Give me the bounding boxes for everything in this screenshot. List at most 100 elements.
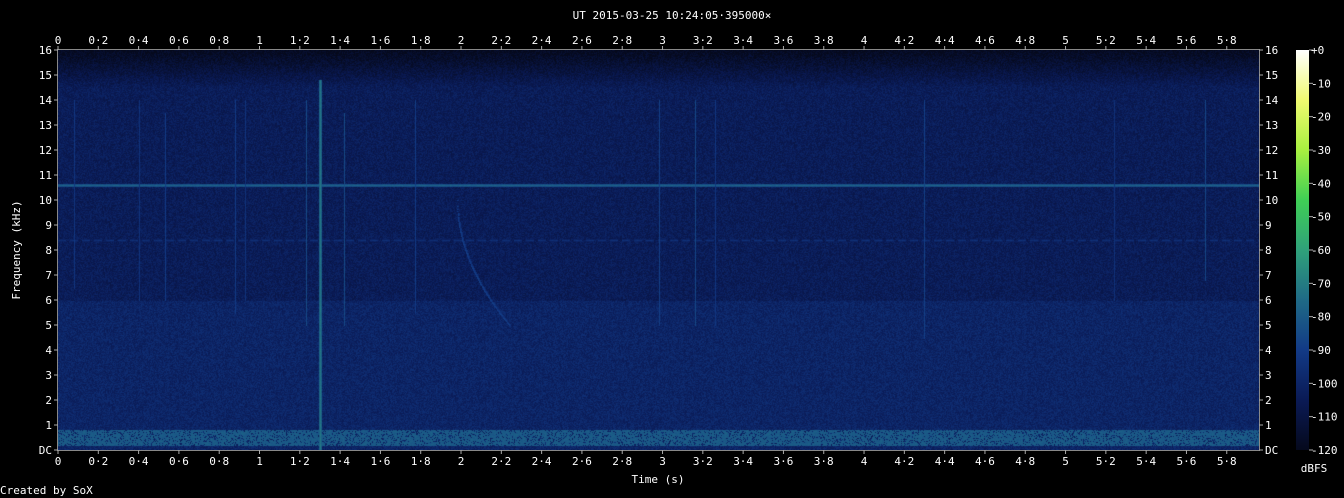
x-tick-top-label: 3·2 — [693, 34, 713, 47]
colorbar-tick-label: -70 — [1311, 277, 1331, 290]
y-axis-label: Frequency (kHz) — [10, 200, 23, 299]
x-tick-bottom-label: 0·8 — [209, 455, 229, 468]
x-tick-bottom-label: 5·2 — [1096, 455, 1116, 468]
y-tick-right-label: 6 — [1265, 294, 1272, 307]
y-tick-left-label: 13 — [39, 119, 52, 132]
y-tick-right-label: 2 — [1265, 394, 1272, 407]
x-tick-top-label: 1 — [256, 34, 263, 47]
x-tick-top-label: 2 — [458, 34, 465, 47]
y-tick-left-label: 14 — [39, 94, 53, 107]
x-tick-top-label: 2·8 — [612, 34, 632, 47]
x-tick-top-label: 0·2 — [88, 34, 108, 47]
x-tick-top-label: 0·6 — [169, 34, 189, 47]
x-tick-top-label: 4·8 — [1015, 34, 1035, 47]
x-tick-bottom-label: 0·6 — [169, 455, 189, 468]
x-tick-top-label: 0 — [55, 34, 62, 47]
x-tick-top-label: 4·6 — [975, 34, 995, 47]
colorbar-tick-label: -50 — [1311, 211, 1331, 224]
x-tick-top-label: 2·4 — [532, 34, 552, 47]
x-tick-top-label: 0·4 — [129, 34, 149, 47]
x-tick-top-label: 1·8 — [411, 34, 431, 47]
colorbar — [1296, 50, 1309, 450]
x-tick-bottom-label: 1·6 — [370, 455, 390, 468]
y-tick-right-label: 3 — [1265, 369, 1272, 382]
spectrogram-chart: UT 2015-03-25 10:24:05·395000× 0 0·2 0·4 0·… — [0, 9, 1338, 497]
x-tick-bottom-label: 2 — [458, 455, 465, 468]
x-tick-bottom-label: 4·2 — [894, 455, 914, 468]
x-tick-bottom-label: 1·2 — [290, 455, 310, 468]
x-tick-top-label: 3 — [659, 34, 666, 47]
colorbar-tick-label: -20 — [1311, 111, 1331, 124]
x-tick-bottom-label: 2·8 — [612, 455, 632, 468]
x-tick-top-label: 2·2 — [491, 34, 511, 47]
credit-text: Created by SoX — [0, 484, 93, 497]
x-tick-bottom-label: 3·8 — [814, 455, 834, 468]
x-tick-bottom-label: 3·4 — [733, 455, 753, 468]
x-tick-top-label: 3·4 — [733, 34, 753, 47]
colorbar-tick-label: -120 — [1311, 444, 1338, 457]
y-tick-left-label: 4 — [45, 344, 52, 357]
colorbar-tick-label: -60 — [1311, 244, 1331, 257]
y-tick-right-label: 9 — [1265, 219, 1272, 232]
x-tick-bottom-label: 4 — [861, 455, 868, 468]
y-tick-right-label: 8 — [1265, 244, 1272, 257]
y-tick-left-label: 15 — [39, 69, 52, 82]
y-tick-left-label: 1 — [45, 419, 52, 432]
x-tick-bottom-label: 3 — [659, 455, 666, 468]
y-tick-right-label: 1 — [1265, 419, 1272, 432]
colorbar-ticks: +0 -10 -20 -30 -40 -50 -60 -70 -80 -90 -100 -110 -12… — [1309, 44, 1338, 457]
x-tick-top-label: 1·4 — [330, 34, 350, 47]
y-tick-right-label: 14 — [1265, 94, 1279, 107]
y-tick-left-label: DC — [39, 444, 52, 457]
x-tick-top-label: 3·8 — [814, 34, 834, 47]
x-tick-top-label: 5·2 — [1096, 34, 1116, 47]
x-tick-bottom-label: 3·6 — [773, 455, 793, 468]
y-tick-left-label: 8 — [45, 244, 52, 257]
y-tick-right-label: 10 — [1265, 194, 1278, 207]
spectrogram-image — [58, 50, 1259, 450]
x-tick-bottom-label: 5·4 — [1136, 455, 1156, 468]
x-tick-bottom-label: 2·2 — [491, 455, 511, 468]
x-tick-top-label: 2·6 — [572, 34, 592, 47]
y-tick-left-label: 10 — [39, 194, 52, 207]
y-tick-left-label: 6 — [45, 294, 52, 307]
x-tick-top-label: 5·8 — [1217, 34, 1237, 47]
x-tick-bottom-label: 5 — [1062, 455, 1069, 468]
colorbar-tick-label: -30 — [1311, 144, 1331, 157]
x-tick-top-label: 1·2 — [290, 34, 310, 47]
x-tick-bottom-label: 2·4 — [532, 455, 552, 468]
x-tick-bottom-label: 0·4 — [129, 455, 149, 468]
x-tick-top-label: 4·2 — [894, 34, 914, 47]
x-tick-bottom-label: 5·6 — [1177, 455, 1197, 468]
y-tick-left-label: 3 — [45, 369, 52, 382]
y-tick-left-label: 16 — [39, 44, 52, 57]
x-tick-top-label: 4 — [861, 34, 868, 47]
colorbar-tick-label: -100 — [1311, 377, 1338, 390]
x-tick-bottom-label: 4·8 — [1015, 455, 1035, 468]
colorbar-tick-label: -40 — [1311, 177, 1331, 190]
x-tick-top-label: 4·4 — [935, 34, 955, 47]
x-tick-top-label: 3·6 — [773, 34, 793, 47]
y-tick-left-label: 5 — [45, 319, 52, 332]
colorbar-tick-label: -90 — [1311, 344, 1331, 357]
colorbar-label: dBFS — [1301, 462, 1328, 475]
x-tick-top-label: 0·8 — [209, 34, 229, 47]
x-tick-bottom-label: 4·4 — [935, 455, 955, 468]
x-tick-bottom-label: 2·6 — [572, 455, 592, 468]
y-axis-left: DC12345678910111213141516 — [39, 44, 58, 457]
spectrogram-canvas-wrap — [58, 50, 1259, 450]
chart-title: UT 2015-03-25 10:24:05·395000× — [573, 9, 772, 22]
x-tick-bottom-label: 3·2 — [693, 455, 713, 468]
y-tick-right-label: 16 — [1265, 44, 1278, 57]
x-axis-bottom: 0 0·2 0·4 0·6 0·8 1 1·2 1·4 1·6 1·8 2 2·2 2·4 2·6 2·8 3… — [55, 450, 1237, 468]
y-axis-right: DC12345678910111213141516 — [1259, 44, 1279, 457]
y-tick-right-label: 5 — [1265, 319, 1272, 332]
colorbar-tick-label: -10 — [1311, 77, 1331, 90]
y-tick-left-label: 9 — [45, 219, 52, 232]
x-tick-bottom-label: 1·4 — [330, 455, 350, 468]
y-tick-right-label: 12 — [1265, 144, 1278, 157]
y-tick-right-label: 15 — [1265, 69, 1278, 82]
x-tick-top-label: 5·6 — [1177, 34, 1197, 47]
y-tick-right-label: 4 — [1265, 344, 1272, 357]
x-tick-top-label: 1·6 — [370, 34, 390, 47]
